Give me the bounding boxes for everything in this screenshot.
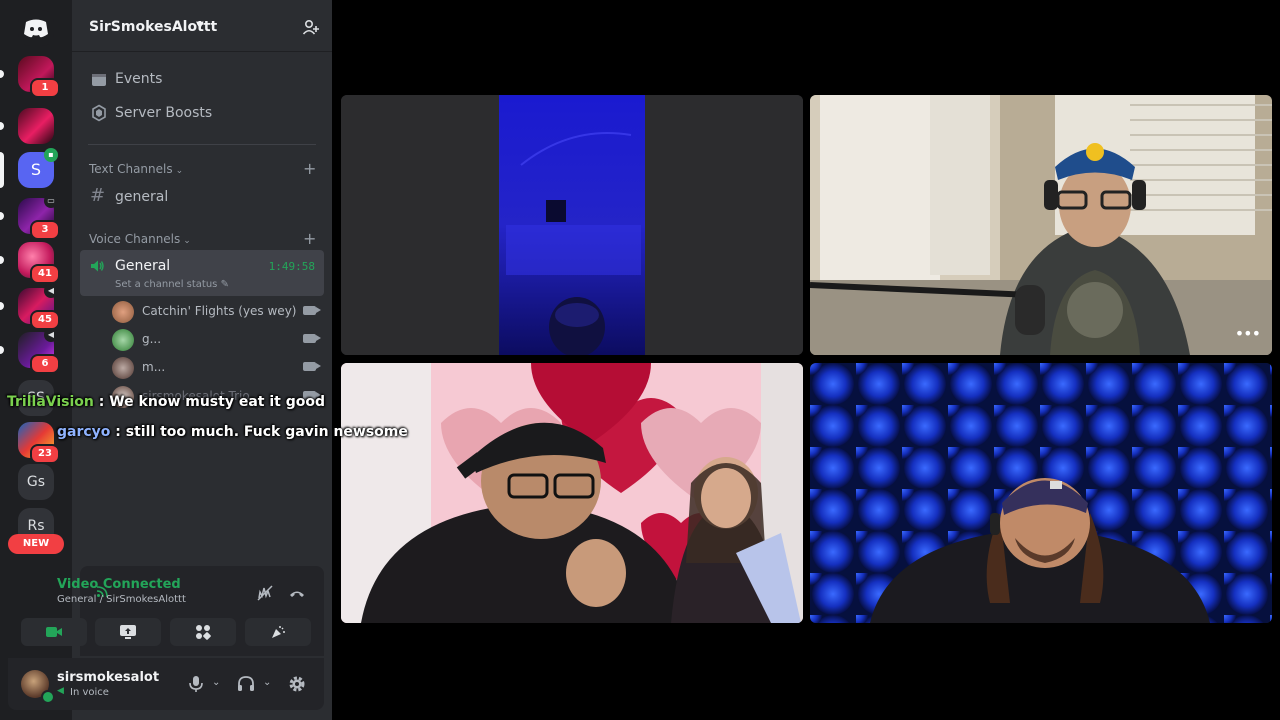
voice-user[interactable]: g...	[112, 326, 324, 352]
voice-user[interactable]: m...	[112, 354, 324, 380]
chat-text: still too much. Fuck gavin newsome	[125, 424, 408, 440]
avatar	[112, 329, 134, 351]
chevron-down-icon: ⌄	[183, 236, 191, 246]
boost-icon	[92, 104, 106, 122]
speaker-icon: ◀	[44, 328, 58, 342]
screen-share-icon: ▭	[44, 194, 58, 208]
video-tile[interactable]	[341, 95, 803, 355]
hash-icon: #	[90, 185, 106, 206]
discord-home-button[interactable]	[18, 10, 54, 46]
video-feed	[341, 95, 803, 355]
server-icon-1[interactable]: 1	[0, 56, 60, 98]
server-icon-active[interactable]: S ▪	[0, 148, 58, 188]
server-icon-2[interactable]	[0, 108, 54, 144]
disconnect-icon[interactable]	[288, 584, 306, 602]
unread-badge: 41	[30, 264, 60, 284]
server-header[interactable]: SirSmokesAlottt ▼	[72, 0, 332, 52]
unread-badge: 1	[30, 78, 60, 98]
voice-status-title[interactable]: Video Connected	[57, 577, 181, 592]
create-channel-icon[interactable]: +	[303, 159, 316, 178]
speaker-icon	[91, 260, 104, 272]
avatar	[112, 301, 134, 323]
unread-badge: 23	[30, 444, 60, 464]
server-icon-gs[interactable]: Gs	[18, 464, 54, 500]
video-camera-icon	[303, 334, 321, 343]
divider	[88, 144, 316, 145]
channel-general[interactable]: # general	[80, 182, 324, 212]
video-feed	[810, 363, 1272, 623]
voice-user[interactable]: Catchin' Flights (yes wey)	[112, 298, 324, 324]
noise-suppression-icon[interactable]	[256, 584, 274, 602]
chat-text: We know musty eat it good	[109, 394, 325, 410]
invite-people-icon[interactable]	[302, 18, 320, 36]
voice-channels-category[interactable]: Voice Channels ⌄	[89, 232, 191, 246]
voice-channel-general[interactable]: General 1:49:58 Set a channel status ✎	[80, 250, 324, 296]
unread-badge: 45	[30, 310, 60, 330]
video-camera-icon	[303, 306, 321, 315]
video-feed	[341, 363, 803, 623]
discord-logo-icon	[18, 10, 54, 46]
camera-button[interactable]	[21, 618, 87, 646]
speaker-icon: ◀	[44, 284, 58, 298]
chevron-down-icon: ▼	[196, 20, 204, 31]
chat-username: garcyo	[57, 424, 111, 440]
call-duration: 1:49:58	[268, 260, 315, 273]
speaker-icon: ◀	[57, 686, 64, 696]
server-icon-4[interactable]: ▭ 3	[0, 194, 60, 240]
more-options-icon[interactable]: •••	[1235, 324, 1261, 343]
calendar-icon	[92, 74, 106, 86]
new-unreads-pill[interactable]: NEW	[8, 534, 64, 554]
chevron-down-icon: ⌄	[175, 166, 184, 176]
settings-gear-icon[interactable]	[287, 674, 307, 694]
server-boosts-item[interactable]: Server Boosts	[80, 97, 324, 129]
chevron-down-icon[interactable]: ⌄	[263, 677, 283, 697]
video-feed	[810, 95, 1272, 355]
server-icon-7[interactable]: ◀ 6	[0, 328, 60, 374]
server-icon-5[interactable]: 41	[0, 242, 60, 284]
avatar	[112, 357, 134, 379]
server-rail: 1 S ▪ ▭ 3 41 ◀ 45 ◀ 6 SS 23 Gs Rs NEW	[0, 0, 72, 720]
video-camera-icon	[303, 362, 321, 371]
set-channel-status[interactable]: Set a channel status ✎	[115, 279, 229, 290]
chat-overlay-message: TrillaVision : We know musty eat it good	[7, 394, 325, 410]
user-status: In voice	[70, 687, 109, 698]
soundboard-icon	[272, 626, 285, 638]
create-channel-icon[interactable]: +	[303, 229, 316, 248]
unread-badge: 6	[30, 354, 60, 374]
video-tile[interactable]	[810, 363, 1272, 623]
pencil-icon: ✎	[220, 279, 229, 290]
microphone-icon[interactable]	[186, 674, 206, 694]
voice-status-subtitle[interactable]: General / SirSmokesAlottt	[57, 594, 186, 605]
chevron-down-icon[interactable]: ⌄	[212, 677, 232, 697]
server-icon-9[interactable]: 23	[18, 422, 60, 464]
activities-button[interactable]	[170, 618, 236, 646]
chat-username: TrillaVision	[7, 394, 94, 410]
activity-icon	[196, 625, 211, 640]
share-screen-button[interactable]	[95, 618, 161, 646]
soundboard-button[interactable]	[245, 618, 311, 646]
video-tile[interactable]: •••	[810, 95, 1272, 355]
chat-overlay-message: garcyo : still too much. Fuck gavin news…	[57, 424, 408, 440]
text-channels-category[interactable]: Text Channels ⌄	[89, 162, 183, 176]
events-item[interactable]: Events	[80, 63, 324, 95]
server-icon-6[interactable]: ◀ 45	[0, 284, 60, 330]
username[interactable]: sirsmokesalot	[57, 670, 159, 685]
video-tile[interactable]	[341, 363, 803, 623]
video-stage: •••	[334, 6, 1280, 720]
unread-badge: 3	[30, 220, 60, 240]
headphones-icon[interactable]	[236, 674, 256, 694]
online-status-dot	[41, 690, 55, 704]
video-camera-icon	[46, 627, 62, 637]
screen-share-icon	[120, 625, 136, 639]
video-icon: ▪	[44, 148, 58, 162]
